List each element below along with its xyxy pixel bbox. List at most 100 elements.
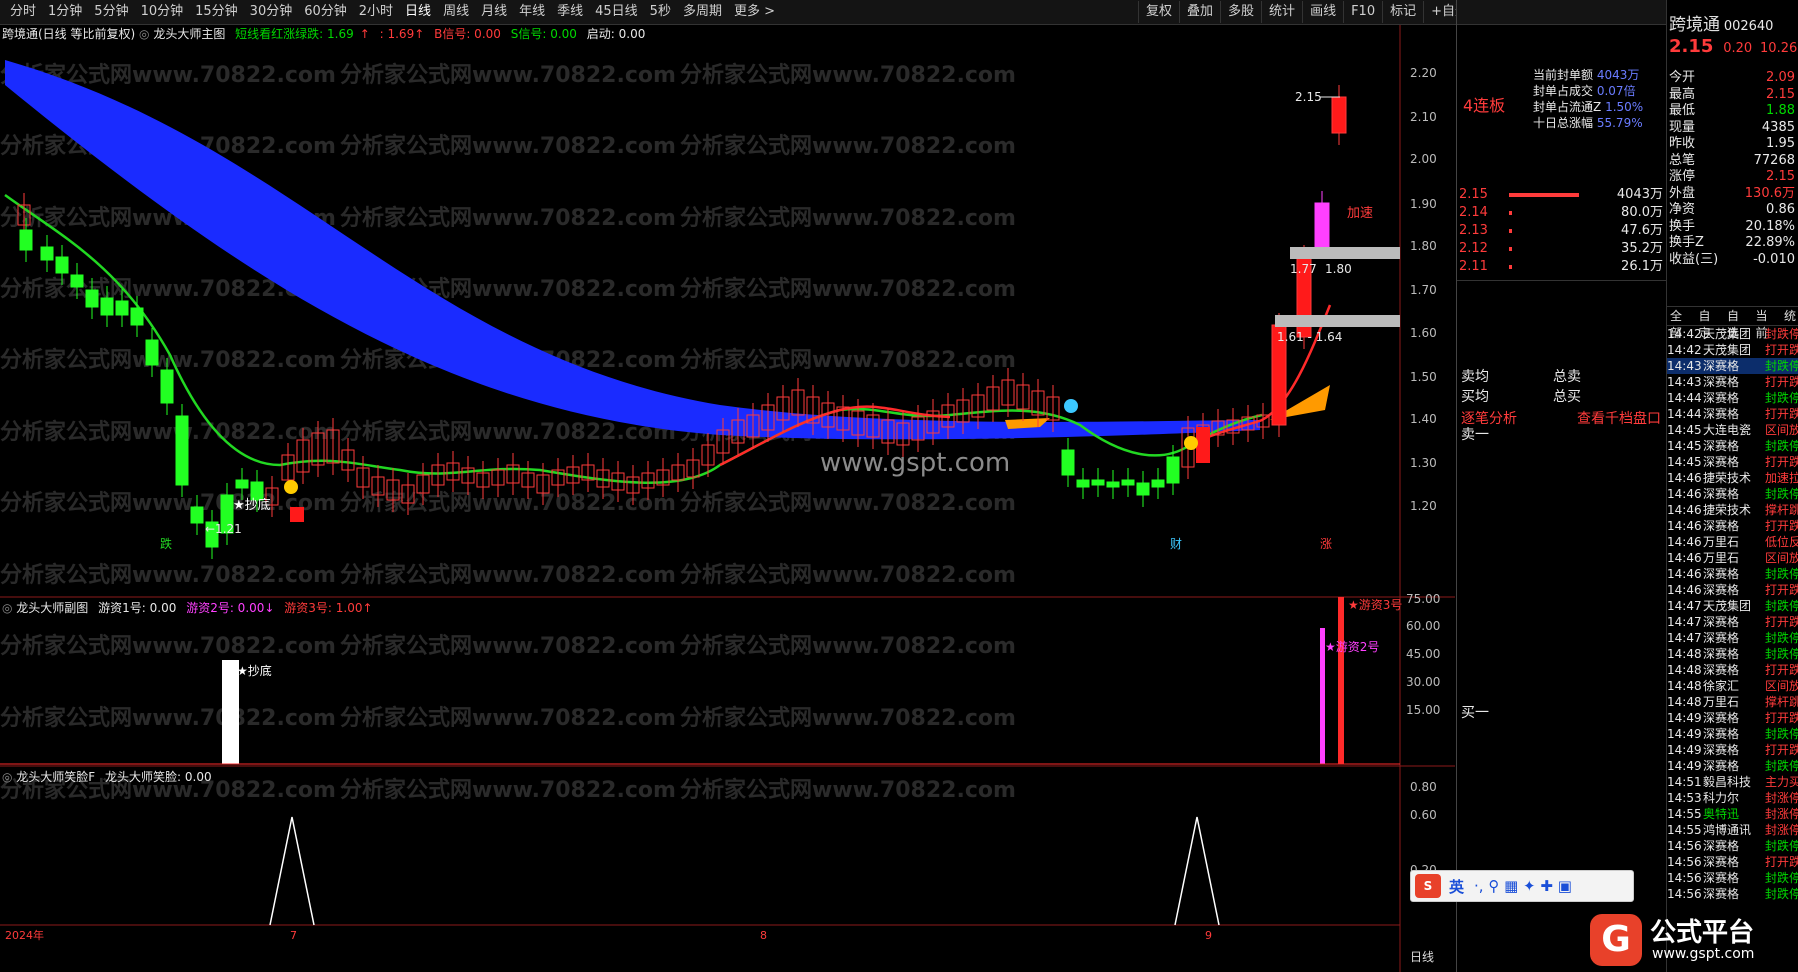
tool-button[interactable]: 多股 [1220,1,1261,23]
tool-button[interactable]: 画线 [1302,1,1343,23]
tick-row[interactable]: 14:46 万里石 区间放 [1667,550,1798,566]
tick-row[interactable]: 14:46 捷荣技术 加速拉 [1667,470,1798,486]
low-price-label: ←1.21 [205,522,242,536]
tick-row[interactable]: 14:45 深赛格 打开跌 [1667,454,1798,470]
tick-row[interactable]: 14:46 深赛格 封跌停 [1667,486,1798,502]
tick-tab[interactable]: 自选 [1724,307,1753,340]
tick-row[interactable]: 14:56 深赛格 封跌停 [1667,886,1798,902]
tick-row[interactable]: 14:46 深赛格 打开跌 [1667,582,1798,598]
tick-signal: 封涨停 [1765,791,1798,805]
candle [1121,479,1135,486]
period-tab[interactable]: 月线 [475,0,513,24]
tool-button[interactable]: 标记 [1382,1,1423,23]
tick-stock: 科力尔 [1703,791,1740,805]
ime-tools-icons[interactable]: ·, ⚲ ▦ ✦ ✚ ▣ [1474,877,1572,895]
tick-row[interactable]: 14:56 深赛格 封跌停 [1667,870,1798,886]
tick-row[interactable]: 14:49 深赛格 封跌停 [1667,726,1798,742]
axis-mode[interactable]: 日线 [1410,948,1434,965]
bid-row[interactable]: 2.13 47.6万 [1459,222,1663,240]
bid-volume: 80.0万 [1621,205,1663,220]
tick-row[interactable]: 14:44 深赛格 打开跌 [1667,406,1798,422]
tick-row[interactable]: 14:51 毅昌科技 主力买 [1667,774,1798,790]
tick-row[interactable]: 14:49 深赛格 打开跌 [1667,742,1798,758]
period-tab[interactable]: 分时 [4,0,42,24]
tick-row[interactable]: 14:55 奥特迅 封涨停 [1667,806,1798,822]
sub1-name[interactable]: 龙头大师副图 [16,601,88,615]
tick-stock: 天茂集团 [1703,327,1752,341]
tick-row[interactable]: 14:53 科力尔 封涨停 [1667,790,1798,806]
tick-row[interactable]: 14:48 万里石 撑杆跳 [1667,694,1798,710]
period-tab[interactable]: 60分钟 [298,0,353,24]
bid-row[interactable]: 2.14 80.0万 [1459,204,1663,222]
bid-row[interactable]: 2.11 26.1万 [1459,258,1663,276]
tick-row[interactable]: 14:47 天茂集团 封跌停 [1667,598,1798,614]
ime-lang[interactable]: 英 [1449,876,1464,897]
tick-tab[interactable]: 自定 [1696,307,1725,340]
tick-signal: 打开跌 [1765,343,1798,357]
ime-toolbar[interactable]: S 英 ·, ⚲ ▦ ✦ ✚ ▣ [1410,870,1634,902]
tick-tab[interactable]: 全部 [1667,307,1696,340]
period-tab[interactable]: 日线 [399,0,437,24]
period-tab[interactable]: 45日线 [589,0,644,24]
tool-button[interactable]: 复权 [1138,1,1179,23]
tick-row[interactable]: 14:42 天茂集团 封跌停 [1667,326,1798,342]
tick-row[interactable]: 14:56 深赛格 封跌停 [1667,838,1798,854]
tick-stock: 深赛格 [1703,615,1740,629]
tick-row[interactable]: 14:46 深赛格 封跌停 [1667,566,1798,582]
tick-row[interactable]: 14:43 深赛格 封跌停 [1667,358,1798,374]
tick-row[interactable]: 14:49 深赛格 打开跌 [1667,710,1798,726]
tick-row[interactable]: 14:45 深赛格 封跌停 [1667,438,1798,454]
tick-row[interactable]: 14:48 深赛格 打开跌 [1667,662,1798,678]
tick-time: 14:56 [1667,887,1702,901]
bid-row[interactable]: 2.12 35.2万 [1459,240,1663,258]
tool-button[interactable]: F10 [1343,1,1382,23]
period-tab[interactable]: 2小时 [353,0,399,24]
tool-button[interactable]: 统计 [1261,1,1302,23]
price-change: 0.20 [1723,41,1753,56]
tool-button[interactable]: 叠加 [1179,1,1220,23]
marker-zhang: 涨 [1320,536,1332,551]
tick-time: 14:48 [1667,647,1702,661]
tick-row[interactable]: 14:49 深赛格 封跌停 [1667,758,1798,774]
sub1-y2: 游资2号: 0.00↓ [186,601,275,615]
tick-row[interactable]: 14:56 深赛格 打开跌 [1667,854,1798,870]
period-tab[interactable]: 季线 [551,0,589,24]
tick-tab[interactable]: 统 [1781,307,1798,325]
period-tab[interactable]: 15分钟 [189,0,244,24]
tick-tab[interactable]: 当前 [1753,307,1782,340]
chart-area[interactable]: 跨境通(日线 等比前复权) ◎ 龙头大师主图 短线看红涨绿跌: 1.69 ↑ : … [0,25,1455,972]
tick-row[interactable]: 14:48 深赛格 封跌停 [1667,646,1798,662]
period-tab[interactable]: 年线 [513,0,551,24]
period-tab[interactable]: 周线 [437,0,475,24]
tick-tabs: 全部 自定 自选 当前统 [1667,306,1798,340]
tick-signal: 打开跌 [1765,711,1798,725]
period-tab[interactable]: 多周期 [677,0,728,24]
price-tick: 1.70 [1410,283,1437,297]
period-tab[interactable]: 更多 > [728,0,781,24]
tick-row[interactable]: 14:46 捷荣技术 撑杆跳 [1667,502,1798,518]
qiandang-link[interactable]: 查看千档盘口 [1577,408,1661,428]
tick-row[interactable]: 14:46 万里石 低位反 [1667,534,1798,550]
stat-value: 1.88 [1766,103,1795,118]
period-tab[interactable]: 10分钟 [135,0,190,24]
tick-row[interactable]: 14:48 徐家汇 区间放 [1667,678,1798,694]
bid-row[interactable]: 2.15 4043万 [1459,186,1663,204]
period-tab[interactable]: 5分钟 [88,0,134,24]
period-tab[interactable]: 1分钟 [42,0,88,24]
resist-zone-low [1275,315,1400,327]
high-price-label: 2.15 [1295,90,1322,104]
period-tab[interactable]: 30分钟 [244,0,299,24]
tick-row[interactable]: 14:42 天茂集团 打开跌 [1667,342,1798,358]
tick-row[interactable]: 14:45 大连电瓷 区间放 [1667,422,1798,438]
period-tab[interactable]: 5秒 [644,0,677,24]
tick-row[interactable]: 14:55 鸿博通讯 封涨停 [1667,822,1798,838]
tick-row[interactable]: 14:44 深赛格 封跌停 [1667,390,1798,406]
sub2-tick: 0.80 [1410,780,1437,794]
ime-logo-icon: S [1415,874,1441,898]
tick-row[interactable]: 14:43 深赛格 打开跌 [1667,374,1798,390]
tick-row[interactable]: 14:47 深赛格 封跌停 [1667,630,1798,646]
right-panel: 4连板 当前封单额 4043万 封单占成交 0.07倍 封单占流通Z 1.50% 十日… [1456,0,1798,972]
tick-row[interactable]: 14:46 深赛格 打开跌 [1667,518,1798,534]
tick-row[interactable]: 14:47 深赛格 打开跌 [1667,614,1798,630]
sub2-name[interactable]: 龙头大师笑脸F [16,770,95,784]
